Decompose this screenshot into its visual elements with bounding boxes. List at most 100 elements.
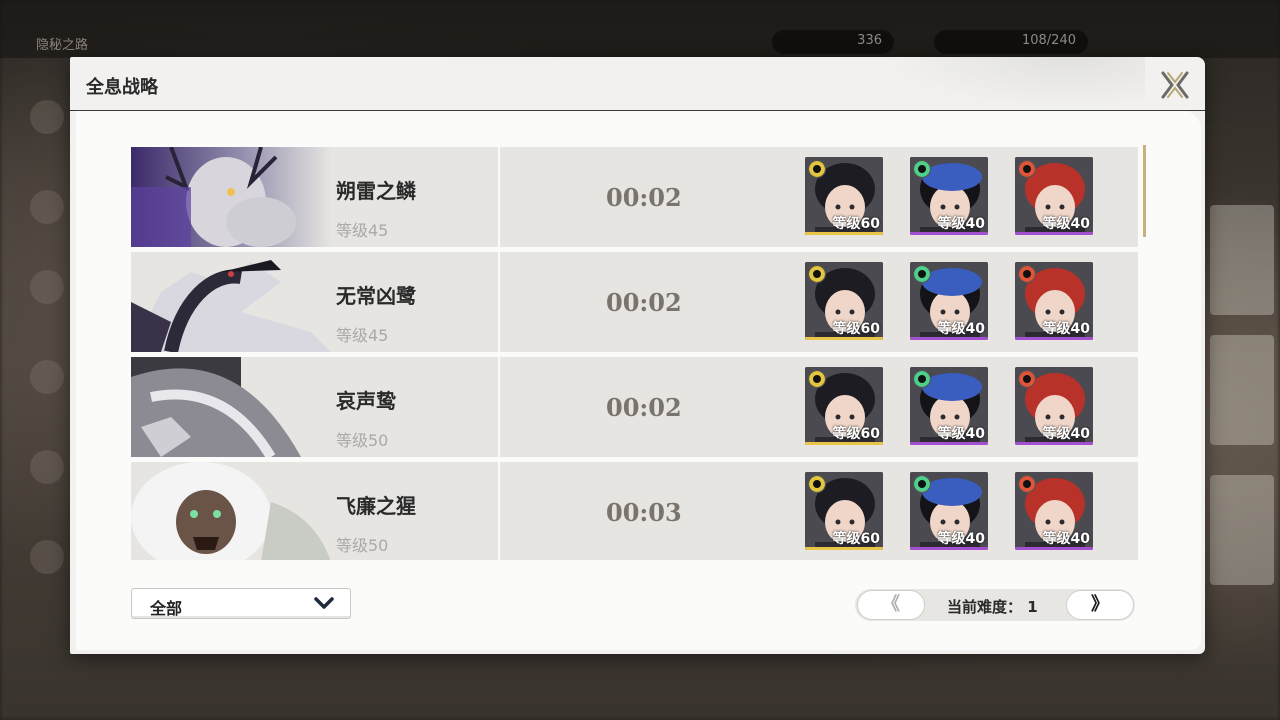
team-member-card[interactable]: 等级40	[1015, 157, 1093, 235]
nav-icon	[30, 450, 64, 484]
rarity-bar	[805, 337, 883, 340]
spectro-element-icon	[808, 160, 826, 178]
rarity-bar	[910, 232, 988, 235]
character-level: 等级40	[937, 531, 985, 547]
list-item[interactable]: 飞廉之猩 等级50 00:03 等级60 等级40 等级40	[131, 462, 1138, 560]
boss-portrait	[131, 252, 331, 352]
close-button[interactable]	[1158, 68, 1192, 102]
list-item[interactable]: 无常凶鹭 等级45 00:02 等级60 等级40 等级40	[131, 252, 1138, 352]
clear-time: 00:02	[606, 288, 682, 317]
boss-level: 等级50	[336, 431, 389, 450]
team-member-card[interactable]: 等级60	[805, 262, 883, 340]
modal-title: 全息战略	[86, 77, 158, 98]
boss-portrait	[131, 462, 331, 560]
team-member-card[interactable]: 等级60	[805, 157, 883, 235]
filter-value: 全部	[150, 599, 183, 618]
side-card	[1210, 335, 1274, 445]
character-level: 等级40	[937, 216, 985, 232]
team-member-card[interactable]: 等级40	[1015, 262, 1093, 340]
team-member-card[interactable]: 等级40	[1015, 367, 1093, 445]
nav-icon	[30, 100, 64, 134]
team-member-card[interactable]: 等级40	[1015, 472, 1093, 550]
rarity-bar	[805, 232, 883, 235]
game-topbar: 隐秘之路 336 108/240	[0, 0, 1280, 58]
side-card	[1210, 475, 1274, 585]
difficulty-label-text: 当前难度：	[947, 598, 1023, 616]
right-sidebar	[1206, 80, 1280, 680]
fusion-element-icon	[1018, 265, 1036, 283]
prev-difficulty-button[interactable]: 《	[857, 590, 925, 620]
header-decoration	[885, 57, 1145, 111]
boss-name: 哀声鸷	[336, 389, 396, 413]
divider	[498, 147, 500, 247]
back-title: 隐秘之路	[36, 38, 89, 53]
nav-icon	[30, 190, 64, 224]
next-difficulty-button[interactable]: 》	[1066, 590, 1134, 620]
boss-name: 飞廉之猩	[336, 494, 416, 518]
character-level: 等级60	[832, 426, 880, 442]
rarity-bar	[1015, 232, 1093, 235]
boss-portrait	[131, 147, 331, 247]
character-level: 等级40	[937, 426, 985, 442]
clear-time: 00:02	[606, 393, 682, 422]
nav-icon	[30, 270, 64, 304]
boss-list[interactable]: 朔雷之鳞 等级45 00:02 等级60 等级40 等级40 无常凶鹭 等级45	[131, 147, 1141, 560]
boss-level: 等级45	[336, 326, 389, 345]
holographic-strategy-modal: 全息战略 朔雷之鳞 等级45 00:02 等级60 等级40 等级40 无常凶鹭…	[70, 57, 1205, 654]
chevron-down-icon	[314, 597, 334, 609]
aero-element-icon	[913, 370, 931, 388]
boss-portrait	[131, 357, 331, 457]
clear-time: 00:03	[606, 498, 682, 527]
rarity-bar	[910, 442, 988, 445]
rarity-bar	[910, 547, 988, 550]
team-member-card[interactable]: 等级60	[805, 472, 883, 550]
rarity-bar	[1015, 337, 1093, 340]
character-level: 等级40	[1042, 321, 1090, 337]
character-level: 等级40	[1042, 216, 1090, 232]
aero-element-icon	[913, 265, 931, 283]
spectro-element-icon	[808, 265, 826, 283]
character-level: 等级60	[832, 321, 880, 337]
team-member-card[interactable]: 等级60	[805, 367, 883, 445]
divider	[498, 357, 500, 457]
clear-time: 00:02	[606, 183, 682, 212]
divider	[498, 252, 500, 352]
filter-dropdown[interactable]: 全部	[131, 588, 351, 619]
list-item[interactable]: 哀声鸷 等级50 00:02 等级60 等级40 等级40	[131, 357, 1138, 457]
modal-header: 全息战略	[70, 57, 1205, 111]
rarity-bar	[1015, 547, 1093, 550]
rarity-bar	[910, 337, 988, 340]
nav-icon	[30, 540, 64, 574]
boss-name: 无常凶鹭	[336, 284, 416, 308]
close-icon	[1161, 71, 1189, 99]
character-level: 等级40	[1042, 531, 1090, 547]
list-scrollbar-thumb[interactable]	[1143, 145, 1146, 237]
list-item[interactable]: 朔雷之鳞 等级45 00:02 等级60 等级40 等级40	[131, 147, 1138, 247]
fusion-element-icon	[1018, 160, 1036, 178]
boss-level: 等级45	[336, 221, 389, 240]
spectro-element-icon	[808, 475, 826, 493]
nav-icon	[30, 360, 64, 394]
resource-counter-2: 108/240	[934, 30, 1088, 54]
side-card	[1210, 205, 1274, 315]
team-member-card[interactable]: 等级40	[910, 262, 988, 340]
rarity-bar	[805, 547, 883, 550]
boss-level: 等级50	[336, 536, 389, 555]
left-sidebar	[0, 60, 70, 660]
rarity-bar	[805, 442, 883, 445]
divider	[498, 462, 500, 560]
resource-counter-1: 336	[772, 30, 894, 54]
fusion-element-icon	[1018, 370, 1036, 388]
team-member-card[interactable]: 等级40	[910, 367, 988, 445]
character-level: 等级40	[937, 321, 985, 337]
aero-element-icon	[913, 160, 931, 178]
boss-name: 朔雷之鳞	[336, 179, 416, 203]
spectro-element-icon	[808, 370, 826, 388]
fusion-element-icon	[1018, 475, 1036, 493]
team-member-card[interactable]: 等级40	[910, 157, 988, 235]
character-level: 等级60	[832, 216, 880, 232]
rarity-bar	[1015, 442, 1093, 445]
difficulty-value: 1	[1027, 598, 1038, 616]
team-member-card[interactable]: 等级40	[910, 472, 988, 550]
difficulty-label: 当前难度： 1	[947, 596, 1038, 617]
